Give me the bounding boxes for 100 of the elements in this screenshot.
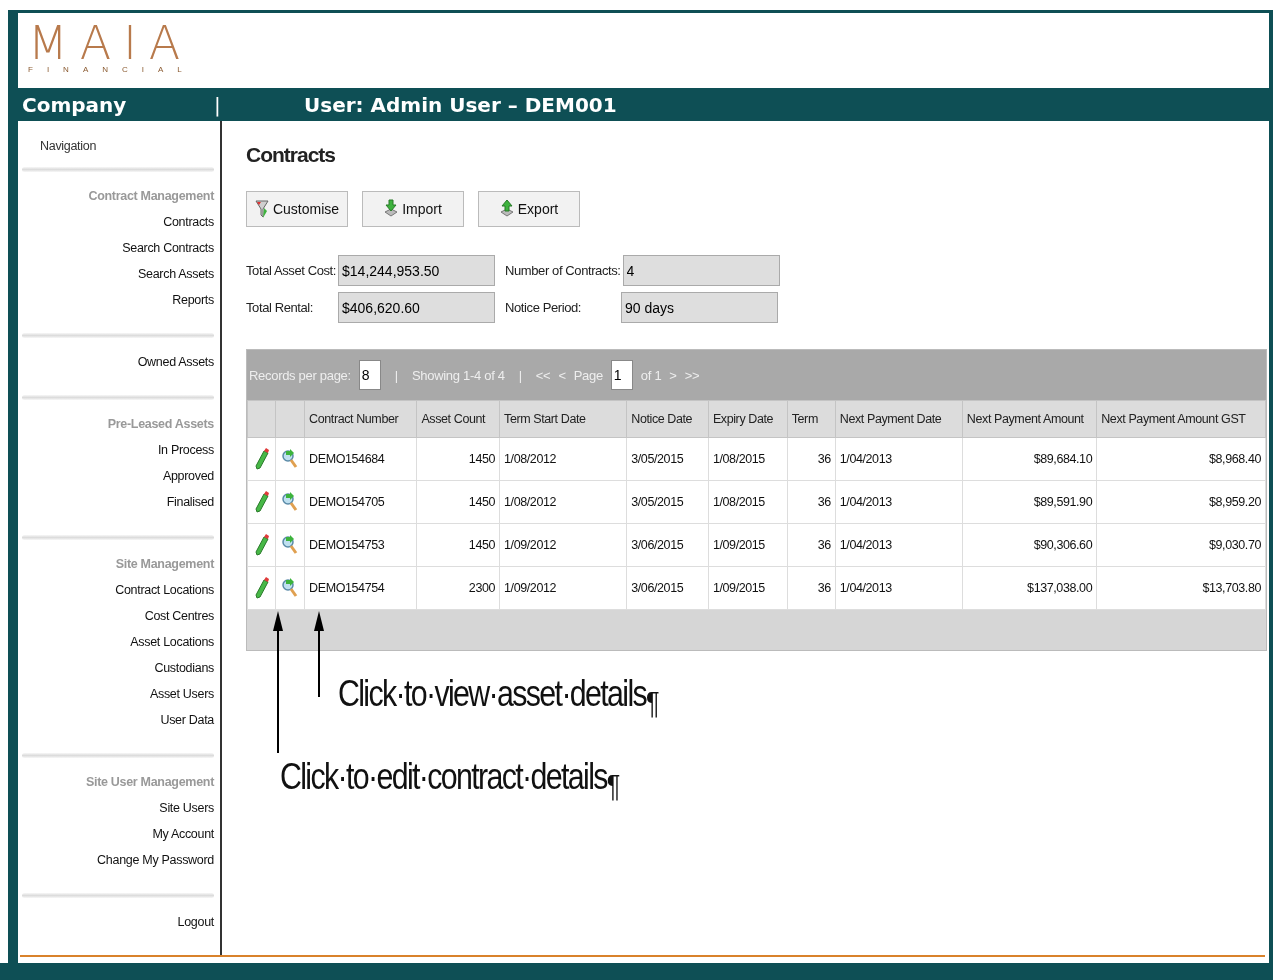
download-icon — [384, 199, 399, 219]
table-cell: $89,591.90 — [962, 480, 1097, 524]
column-header: Notice Date — [626, 400, 709, 438]
nav-section-heading: Site Management — [115, 557, 214, 574]
pencil-icon[interactable] — [254, 491, 269, 513]
table-cell: 2300 — [416, 566, 500, 610]
summary-label: Total Asset Cost: — [246, 263, 338, 278]
nav-link[interactable]: My Account — [152, 827, 214, 854]
pencil-icon[interactable] — [254, 448, 269, 470]
magnifier-icon[interactable] — [282, 492, 299, 512]
column-header: Term Start Date — [499, 400, 627, 438]
table-cell: 1/08/2012 — [499, 437, 627, 481]
import-button[interactable]: Import — [362, 191, 464, 227]
table-cell: 1450 — [416, 523, 500, 567]
column-header: Next Payment Amount — [962, 400, 1097, 438]
table-cell: 1/09/2015 — [708, 523, 788, 567]
pager-separator: | — [394, 367, 398, 383]
column-header: Asset Count — [416, 400, 500, 438]
table-cell: 36 — [787, 480, 836, 524]
table-cell: 3/05/2015 — [626, 437, 709, 481]
nav-link[interactable]: User Data — [160, 713, 214, 740]
annotation-text: Click·to·view·asset·details$_{¶}$ — [338, 673, 659, 723]
summary-field[interactable]: 4 — [622, 255, 780, 286]
nav-link[interactable]: Logout — [177, 915, 214, 941]
summary-label: Number of Contracts: — [505, 263, 622, 278]
nav-link[interactable]: Change My Password — [97, 853, 214, 880]
table-cell: 1/08/2012 — [499, 480, 627, 524]
upload-icon — [499, 199, 514, 219]
nav-link[interactable]: Custodians — [154, 661, 214, 688]
pager-label: of 1 — [640, 367, 662, 383]
nav-link[interactable]: Contract Locations — [115, 583, 214, 610]
column-header: Term — [787, 400, 836, 438]
pager-separator: | — [518, 367, 522, 383]
nav-link[interactable]: Search Contracts — [122, 241, 214, 268]
table-cell: 1/09/2012 — [499, 566, 627, 610]
table-cell: DEMO154754 — [304, 566, 417, 610]
nav-link[interactable]: In Process — [157, 443, 214, 470]
magnifier-icon[interactable] — [282, 578, 299, 598]
nav-link[interactable]: Site Users — [159, 801, 214, 828]
nav-link[interactable]: Reports — [172, 293, 214, 320]
nav-section-heading: Contract Management — [88, 189, 214, 206]
table-cell: 1/04/2013 — [835, 437, 963, 481]
table-cell: 36 — [787, 566, 836, 610]
pager-label: Records per page: — [249, 367, 351, 383]
nav-link[interactable]: Contracts — [163, 215, 214, 242]
summary-field[interactable]: $406,620.60 — [338, 292, 495, 323]
nav-section-heading: Pre-Leased Assets — [107, 417, 214, 434]
table-cell: 36 — [787, 523, 836, 567]
pencil-icon[interactable] — [254, 577, 269, 599]
user-label: User: Admin User – DEM001 — [304, 92, 617, 117]
column-header: Next Payment Amount GST — [1096, 400, 1266, 438]
records-per-page-field[interactable]: 8 — [358, 360, 381, 390]
table-cell: 1/09/2012 — [499, 523, 627, 567]
page-title: Contracts — [246, 143, 337, 167]
summary-field[interactable]: 90 days — [621, 292, 779, 323]
header-separator: | — [214, 92, 222, 117]
summary-label: Total Rental: — [246, 300, 315, 315]
page-number-field[interactable]: 1 — [610, 360, 633, 390]
export-button[interactable]: Export — [478, 191, 580, 227]
table-cell: 1/08/2015 — [708, 480, 788, 524]
column-header: Contract Number — [304, 400, 417, 438]
table-cell: 1/09/2015 — [708, 566, 788, 610]
table-cell: $8,959.20 — [1096, 480, 1266, 524]
magnifier-icon[interactable] — [282, 535, 299, 555]
table-cell: $137,038.00 — [962, 566, 1097, 610]
nav-link[interactable]: Owned Assets — [137, 355, 214, 382]
table-cell: 1/04/2013 — [835, 566, 963, 610]
nav-section-heading: Site User Management — [85, 775, 214, 792]
nav-link[interactable]: Cost Centres — [144, 609, 214, 636]
table-cell: DEMO154684 — [304, 437, 417, 481]
table-cell: 1450 — [416, 480, 500, 524]
table-cell: 3/06/2015 — [626, 566, 709, 610]
pencil-icon[interactable] — [254, 534, 269, 556]
customise-button[interactable]: Customise — [246, 191, 348, 227]
table-cell: $8,968.40 — [1096, 437, 1266, 481]
nav-link[interactable]: Asset Locations — [130, 635, 214, 662]
table-cell: 3/05/2015 — [626, 480, 709, 524]
table-cell: 3/06/2015 — [626, 523, 709, 567]
pager-status: Showing 1-4 of 4 — [411, 367, 505, 383]
nav-link[interactable]: Asset Users — [149, 687, 214, 714]
nav-link[interactable]: Finalised — [166, 495, 214, 522]
annotation-text: Click·to·edit·contract·details$_{¶}$ — [280, 756, 619, 806]
table-cell: $89,684.10 — [962, 437, 1097, 481]
navigation-title: Navigation — [39, 139, 98, 155]
pager-label: Page — [573, 367, 603, 383]
table-cell: DEMO154753 — [304, 523, 417, 567]
table-cell: $9,030.70 — [1096, 523, 1266, 567]
table-cell: 1/04/2013 — [835, 480, 963, 524]
table-cell: DEMO154705 — [304, 480, 417, 524]
funnel-icon — [254, 199, 269, 219]
table-cell: $13,703.80 — [1096, 566, 1266, 610]
nav-link[interactable]: Search Assets — [138, 267, 214, 294]
column-header: Expiry Date — [708, 400, 788, 438]
company-label: Company — [21, 92, 128, 117]
magnifier-icon[interactable] — [282, 449, 299, 469]
nav-link[interactable]: Approved — [162, 469, 214, 496]
table-cell: 1/04/2013 — [835, 523, 963, 567]
table-cell: 1450 — [416, 437, 500, 481]
summary-label: Notice Period: — [505, 300, 583, 315]
summary-field[interactable]: $14,244,953.50 — [338, 255, 496, 286]
